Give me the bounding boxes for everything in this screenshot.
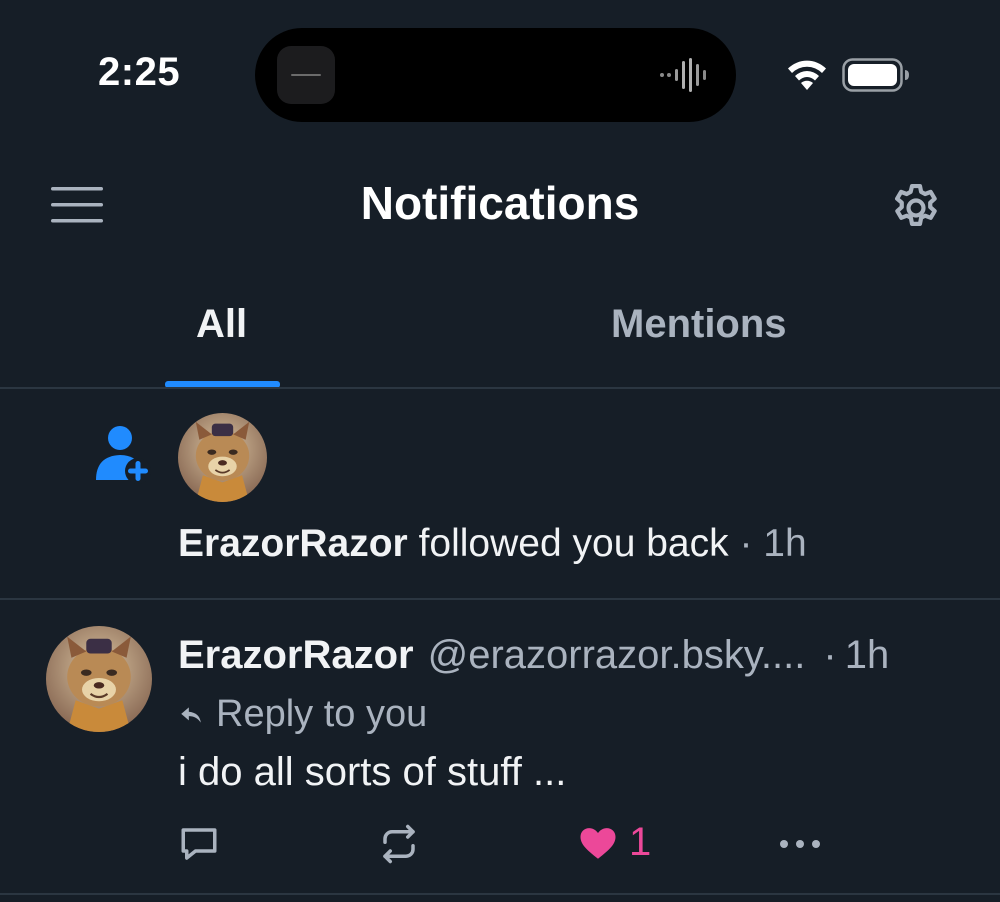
avatar[interactable] xyxy=(178,413,267,502)
live-activity-app-icon xyxy=(277,46,335,104)
notification-time: 1h xyxy=(763,522,807,565)
notification-user-name[interactable]: ErazorRazor xyxy=(178,522,408,565)
tab-mentions[interactable]: Mentions xyxy=(611,302,787,347)
person-add-icon xyxy=(96,426,151,484)
battery-icon xyxy=(842,58,909,92)
notification-divider xyxy=(0,893,1000,895)
post-author-handle[interactable]: @erazorrazor.bsky.... xyxy=(428,633,806,678)
tabs-divider xyxy=(0,387,1000,389)
avatar[interactable] xyxy=(46,626,152,732)
like-button[interactable]: 1 xyxy=(577,820,651,865)
comment-icon[interactable] xyxy=(178,823,220,865)
post-author-name[interactable]: ErazorRazor xyxy=(178,633,414,678)
notification-divider xyxy=(0,598,1000,600)
post-time: 1h xyxy=(844,633,890,677)
status-time: 2:25 xyxy=(98,50,181,94)
reply-label: Reply to you xyxy=(216,693,428,735)
separator-dot: · xyxy=(823,633,837,677)
tab-all[interactable]: All xyxy=(196,302,247,347)
notification-action-text: followed you back xyxy=(418,522,729,565)
wifi-icon xyxy=(788,60,826,90)
audio-waveform-icon xyxy=(660,58,706,92)
page-title: Notifications xyxy=(360,177,640,229)
post-header: ErazorRazor @erazorrazor.bsky.... · 1h xyxy=(178,633,968,678)
post-text[interactable]: i do all sorts of stuff ... xyxy=(178,750,566,795)
more-options-icon[interactable] xyxy=(776,833,824,855)
gear-icon[interactable] xyxy=(888,180,944,236)
repost-icon[interactable] xyxy=(378,823,420,865)
reply-arrow-icon xyxy=(181,706,201,723)
like-count: 1 xyxy=(629,820,652,864)
reply-indicator: Reply to you xyxy=(178,693,427,736)
dynamic-island xyxy=(255,28,736,122)
follow-notification-text: ErazorRazor followed you back · 1h xyxy=(178,522,807,566)
separator-dot: · xyxy=(739,522,753,565)
heart-filled-icon xyxy=(580,827,616,859)
